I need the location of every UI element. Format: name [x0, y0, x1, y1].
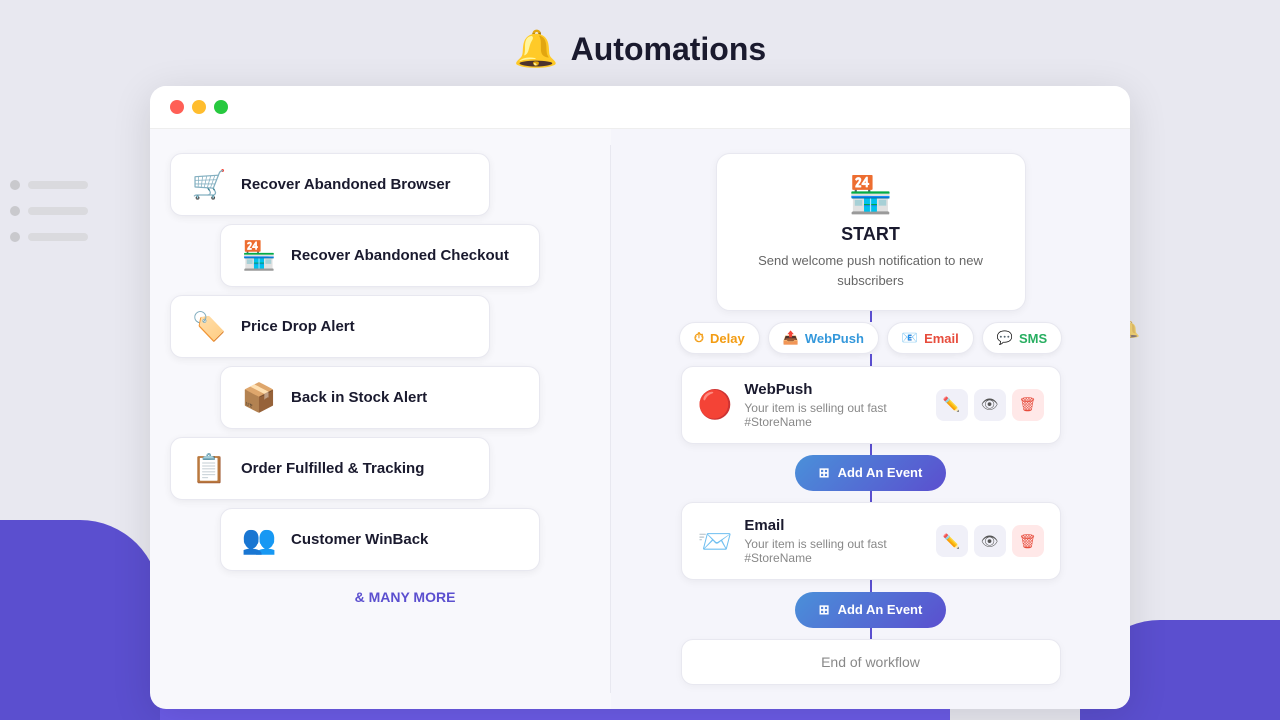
automation-list-panel: 🛒 Recover Abandoned Browser 🏪 Recover Ab… [150, 129, 610, 709]
automation-card-back-in-stock[interactable]: 📦 Back in Stock Alert [220, 366, 540, 429]
add-event-button-1[interactable]: ⊞ Add An Event [795, 455, 947, 491]
automation-card-recover-browser[interactable]: 🛒 Recover Abandoned Browser [170, 153, 490, 216]
page-header: 🔔 Automations [0, 0, 1280, 86]
main-content-area: 🛒 Recover Abandoned Browser 🏪 Recover Ab… [150, 129, 1130, 709]
automation-card-order-fulfilled[interactable]: 📋 Order Fulfilled & Tracking [170, 437, 490, 500]
webpush-label: WebPush [805, 331, 864, 346]
email-view-button[interactable]: 👁 [974, 525, 1006, 557]
delay-button[interactable]: ⏱ Delay [679, 322, 760, 354]
many-more-wrapper: & MANY MORE [170, 589, 590, 607]
window-chrome [150, 86, 1130, 129]
email-edit-button[interactable]: ✏️ [936, 525, 968, 557]
webpush-view-button[interactable]: 👁 [974, 389, 1006, 421]
webpush-icon: 📤 [783, 330, 799, 346]
add-event-icon-1: ⊞ [819, 465, 830, 481]
start-card[interactable]: 🏪 START Send welcome push notification t… [716, 153, 1026, 311]
email-label: Email [924, 331, 959, 346]
webpush-event-actions: ✏️ 👁 🗑 [936, 389, 1044, 421]
connector-2 [870, 354, 872, 365]
sidebar-dot-2 [10, 206, 20, 216]
recover-browser-label: Recover Abandoned Browser [241, 176, 451, 193]
webpush-edit-button[interactable]: ✏️ [936, 389, 968, 421]
automation-card-customer-winback[interactable]: 👥 Customer WinBack [220, 508, 540, 571]
delay-icon: ⏱ [694, 330, 704, 346]
automation-card-recover-checkout[interactable]: 🏪 Recover Abandoned Checkout [220, 224, 540, 287]
card-wrapper-price-drop: 🏷️ Price Drop Alert [170, 295, 590, 358]
customer-winback-icon: 👥 [241, 523, 277, 556]
recover-checkout-icon: 🏪 [241, 239, 277, 272]
start-description: Send welcome push notification to new su… [741, 251, 1001, 290]
price-drop-label: Price Drop Alert [241, 318, 355, 335]
price-drop-icon: 🏷️ [191, 310, 227, 343]
email-button[interactable]: 📧 Email [887, 322, 974, 354]
email-event-icon: 📨 [698, 525, 733, 558]
start-label: START [741, 224, 1001, 245]
email-event-title: Email [744, 517, 923, 534]
start-store-icon: 🏪 [741, 174, 1001, 216]
email-icon: 📧 [902, 330, 918, 346]
many-more-link[interactable]: & MANY MORE [355, 589, 456, 605]
card-wrapper-recover-checkout: 🏪 Recover Abandoned Checkout [170, 224, 590, 287]
webpush-button[interactable]: 📤 WebPush [768, 322, 879, 354]
card-wrapper-order-fulfilled: 📋 Order Fulfilled & Tracking [170, 437, 590, 500]
header-bell-icon: 🔔 [514, 28, 559, 70]
email-event-actions: ✏️ 👁 🗑 [936, 525, 1044, 557]
webpush-event-icon: 🔴 [698, 388, 733, 421]
order-fulfilled-label: Order Fulfilled & Tracking [241, 460, 424, 477]
add-event-icon-2: ⊞ [819, 602, 830, 618]
traffic-light-red[interactable] [170, 100, 184, 114]
sms-icon: 💬 [997, 330, 1013, 346]
sidebar-line-1 [28, 181, 88, 189]
webpush-event-content: WebPush Your item is selling out fast #S… [744, 381, 923, 429]
traffic-light-green[interactable] [214, 100, 228, 114]
add-event-button-2[interactable]: ⊞ Add An Event [795, 592, 947, 628]
sidebar-dot-1 [10, 180, 20, 190]
email-delete-button[interactable]: 🗑 [1012, 525, 1044, 557]
email-event-desc: Your item is selling out fast #StoreName [744, 537, 923, 565]
sidebar-line-2 [28, 207, 88, 215]
back-in-stock-icon: 📦 [241, 381, 277, 414]
recover-checkout-label: Recover Abandoned Checkout [291, 247, 509, 264]
card-wrapper-recover-browser: 🛒 Recover Abandoned Browser [170, 153, 590, 216]
action-buttons-row: ⏱ Delay 📤 WebPush 📧 Email 💬 SMS [679, 322, 1062, 354]
end-workflow: End of workflow [681, 639, 1061, 685]
traffic-light-yellow[interactable] [192, 100, 206, 114]
card-wrapper-back-in-stock: 📦 Back in Stock Alert [170, 366, 590, 429]
sidebar-dot-3 [10, 232, 20, 242]
email-event-content: Email Your item is selling out fast #Sto… [744, 517, 923, 565]
order-fulfilled-icon: 📋 [191, 452, 227, 485]
end-workflow-label: End of workflow [821, 654, 920, 670]
connector-1 [870, 311, 872, 322]
back-in-stock-label: Back in Stock Alert [291, 389, 427, 406]
add-event-label-1: Add An Event [838, 465, 923, 480]
webpush-event-desc: Your item is selling out fast #StoreName [744, 401, 923, 429]
customer-winback-label: Customer WinBack [291, 531, 428, 548]
sms-label: SMS [1019, 331, 1047, 346]
workflow-panel: 🏪 START Send welcome push notification t… [611, 129, 1130, 709]
connector-5 [870, 580, 872, 591]
delay-label: Delay [710, 331, 745, 346]
email-event-card: 📨 Email Your item is selling out fast #S… [681, 502, 1061, 580]
sms-button[interactable]: 💬 SMS [982, 322, 1062, 354]
card-wrapper-customer-winback: 👥 Customer WinBack [170, 508, 590, 571]
webpush-delete-button[interactable]: 🗑 [1012, 389, 1044, 421]
webpush-event-card: 🔴 WebPush Your item is selling out fast … [681, 366, 1061, 444]
sidebar-line-3 [28, 233, 88, 241]
connector-3 [870, 444, 872, 455]
automation-card-price-drop[interactable]: 🏷️ Price Drop Alert [170, 295, 490, 358]
add-event-label-2: Add An Event [838, 602, 923, 617]
connector-6 [870, 628, 872, 639]
webpush-event-title: WebPush [744, 381, 923, 398]
connector-4 [870, 491, 872, 502]
main-window: 🛒 Recover Abandoned Browser 🏪 Recover Ab… [150, 86, 1130, 709]
recover-browser-icon: 🛒 [191, 168, 227, 201]
page-title: Automations [571, 31, 767, 68]
